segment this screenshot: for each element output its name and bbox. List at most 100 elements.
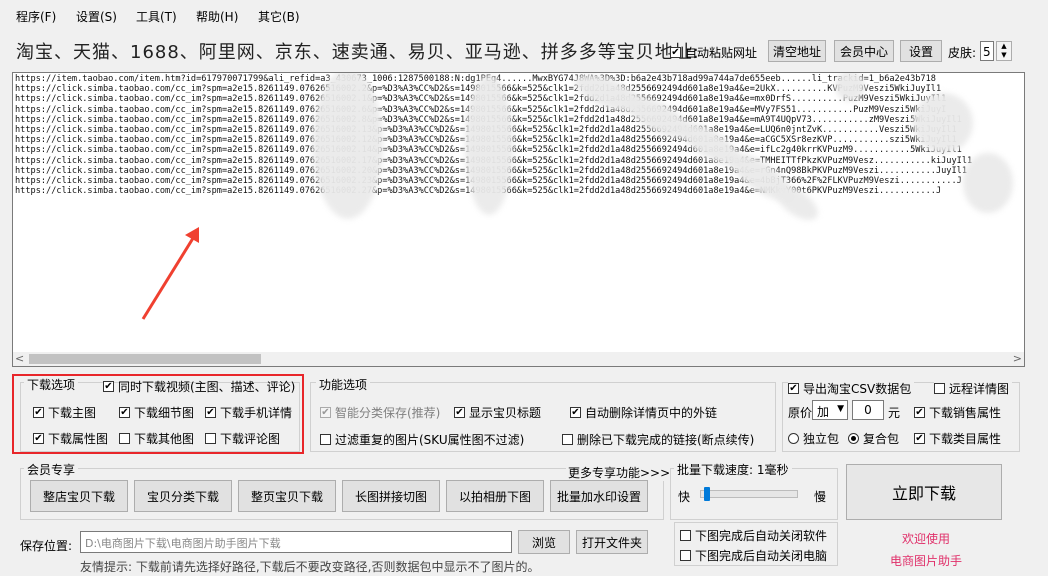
url-horizontal-scrollbar[interactable]: < > (13, 352, 1024, 366)
auto-delete-links-checkbox[interactable]: 自动删除详情页中的外链 (570, 404, 717, 421)
checkbox-label: 下图完成后自动关闭软件 (695, 529, 828, 543)
checkbox-box (934, 383, 945, 394)
download-main-image-checkbox[interactable]: 下载主图 (33, 404, 96, 421)
redaction-smear (835, 73, 865, 101)
scroll-right-icon[interactable]: > (1013, 352, 1022, 365)
menu-tools[interactable]: 工具(T) (136, 8, 177, 25)
url-line: https://click.simba.taobao.com/cc_im?spm… (13, 94, 1024, 104)
checkbox-label: 过滤重复的图片(SKU属性图不过滤) (335, 433, 525, 447)
app-name-text: 电商图片助手 (890, 554, 963, 568)
category-attr-checkbox[interactable]: 下载类目属性 (914, 430, 1001, 447)
remote-detail-checkbox[interactable]: 远程详情图 (934, 380, 1013, 397)
save-location-label: 保存位置: (20, 539, 73, 553)
clear-address-button[interactable]: 清空地址 (768, 40, 826, 62)
checkbox-box (119, 407, 130, 418)
chevron-down-icon: ▼ (837, 404, 844, 414)
member-center-button[interactable]: 会员中心 (834, 40, 894, 62)
export-csv-checkbox[interactable]: 导出淘宝CSV数据包 (788, 380, 915, 397)
url-line: https://click.simba.taobao.com/cc_im?spm… (13, 105, 1024, 115)
url-line: https://click.simba.taobao.com/cc_im?spm… (13, 125, 1024, 135)
menu-help[interactable]: 帮助(H) (196, 8, 238, 25)
checkbox-label: 下载主图 (48, 406, 97, 420)
download-video-checkbox[interactable]: 同时下载视频(主图、描述、评论) (103, 378, 295, 395)
annotation-arrow (141, 227, 199, 320)
price-value-input[interactable]: 0 (852, 400, 884, 420)
more-features-link[interactable]: 更多专享功能>>> (566, 464, 673, 481)
checkbox-label: 下图完成后自动关闭电脑 (695, 549, 828, 563)
supported-sites-label: 淘宝、天猫、1688、阿里网、京东、速卖通、易贝、亚马逊、拼多多等宝贝地址: (16, 42, 700, 63)
redaction-smear (465, 75, 513, 215)
smart-save-checkbox[interactable]: 智能分类保存(推荐) (320, 404, 440, 421)
spin-down-icon[interactable]: ▼ (997, 51, 1011, 60)
filter-duplicate-checkbox[interactable]: 过滤重复的图片(SKU属性图不过滤) (320, 431, 524, 448)
checkbox-box (680, 550, 691, 561)
price-op-select[interactable]: 加 ▼ (812, 400, 848, 420)
speed-slider[interactable] (700, 487, 798, 501)
radio-label: 复合包 (863, 432, 900, 446)
checkbox-label: 删除已下载完成的链接(断点续传) (577, 433, 755, 447)
auto-paste-label: 自动粘贴网址 (685, 46, 758, 60)
checkbox-label: 下载类目属性 (929, 432, 1002, 446)
menu-other[interactable]: 其它(B) (258, 8, 300, 25)
delete-done-links-checkbox[interactable]: 删除已下载完成的链接(断点续传) (562, 431, 754, 448)
browse-button[interactable]: 浏览 (518, 530, 570, 554)
save-path-input[interactable]: D:\电商图片下载\电商图片助手图片下载 (80, 531, 512, 553)
menu-settings[interactable]: 设置(S) (76, 8, 117, 25)
page-download-button[interactable]: 整页宝贝下载 (238, 480, 336, 512)
checkbox-label: 智能分类保存(推荐) (335, 406, 441, 420)
skin-spinner[interactable]: ▲ ▼ (996, 41, 1012, 61)
menu-program[interactable]: 程序(F) (16, 8, 56, 25)
skin-label: 皮肤: (948, 46, 977, 60)
checkbox-label: 下载手机详情 (220, 406, 293, 420)
show-title-checkbox[interactable]: 显示宝贝标题 (454, 404, 541, 421)
url-list: https://item.taobao.com/item.htm?id=6179… (13, 73, 1024, 196)
function-options-title: 功能选项 (316, 376, 371, 393)
speed-slow-label: 慢 (814, 490, 827, 504)
open-folder-button[interactable]: 打开文件夹 (576, 530, 648, 554)
photo-album-button[interactable]: 以拍相册下图 (446, 480, 544, 512)
speed-label: 批量下载速度: 1毫秒 (674, 461, 792, 478)
settings-button[interactable]: 设置 (900, 40, 942, 62)
checkbox-label: 下载销售属性 (929, 406, 1002, 420)
price-unit: 元 (888, 406, 901, 420)
category-download-button[interactable]: 宝贝分类下载 (134, 480, 232, 512)
auto-close-app-checkbox[interactable]: 下图完成后自动关闭软件 (680, 527, 827, 544)
tip-text: 友情提示: 下载前请先选择好路径,下载后不要改变路径,否则数据包中显示不了图片的… (80, 560, 540, 574)
download-now-button[interactable]: 立即下载 (846, 464, 1002, 520)
price-op-value: 加 (817, 405, 830, 419)
download-attribute-image-checkbox[interactable]: 下载属性图 (33, 430, 108, 447)
checkbox-label: 下载评论图 (220, 432, 281, 446)
checkbox-box (320, 407, 331, 418)
auto-close-pc-checkbox[interactable]: 下图完成后自动关闭电脑 (680, 547, 827, 564)
scroll-thumb[interactable] (29, 354, 261, 364)
speed-slider-thumb[interactable] (704, 487, 710, 501)
menu-bar: 程序(F) 设置(S) 工具(T) 帮助(H) 其它(B) (0, 0, 1048, 30)
standalone-radio[interactable]: 独立包 (788, 430, 839, 447)
watermark-button[interactable]: 批量加水印设置 (550, 480, 648, 512)
download-detail-image-checkbox[interactable]: 下载细节图 (119, 404, 194, 421)
combined-radio[interactable]: 复合包 (848, 430, 899, 447)
radio-circle (788, 433, 799, 444)
url-line: https://click.simba.taobao.com/cc_im?spm… (13, 156, 1024, 166)
download-options-title: 下载选项 (24, 376, 79, 393)
url-line: https://click.simba.taobao.com/cc_im?spm… (13, 84, 1024, 94)
shop-download-button[interactable]: 整店宝贝下载 (30, 480, 128, 512)
checkbox-label: 导出淘宝CSV数据包 (803, 382, 912, 396)
download-mobile-detail-checkbox[interactable]: 下载手机详情 (205, 404, 292, 421)
scroll-left-icon[interactable]: < (15, 352, 24, 365)
url-textarea[interactable]: https://item.taobao.com/item.htm?id=6179… (12, 72, 1025, 367)
member-title: 会员专享 (24, 461, 79, 478)
auto-paste-checkbox[interactable]: 自动粘贴网址 (670, 44, 757, 61)
spin-up-icon[interactable]: ▲ (997, 42, 1011, 51)
download-other-image-checkbox[interactable]: 下载其他图 (119, 430, 194, 447)
download-video-label: 同时下载视频(主图、描述、评论) (118, 380, 296, 394)
url-line: https://click.simba.taobao.com/cc_im?spm… (13, 135, 1024, 145)
speed-fast-label: 快 (678, 490, 691, 504)
checkbox-box (205, 407, 216, 418)
sales-attr-checkbox[interactable]: 下载销售属性 (914, 404, 1001, 421)
skin-value[interactable]: 5 (980, 41, 994, 61)
long-image-button[interactable]: 长图拼接切图 (342, 480, 440, 512)
download-review-image-checkbox[interactable]: 下载评论图 (205, 430, 280, 447)
url-line: https://click.simba.taobao.com/cc_im?spm… (13, 145, 1024, 155)
checkbox-box (454, 407, 465, 418)
